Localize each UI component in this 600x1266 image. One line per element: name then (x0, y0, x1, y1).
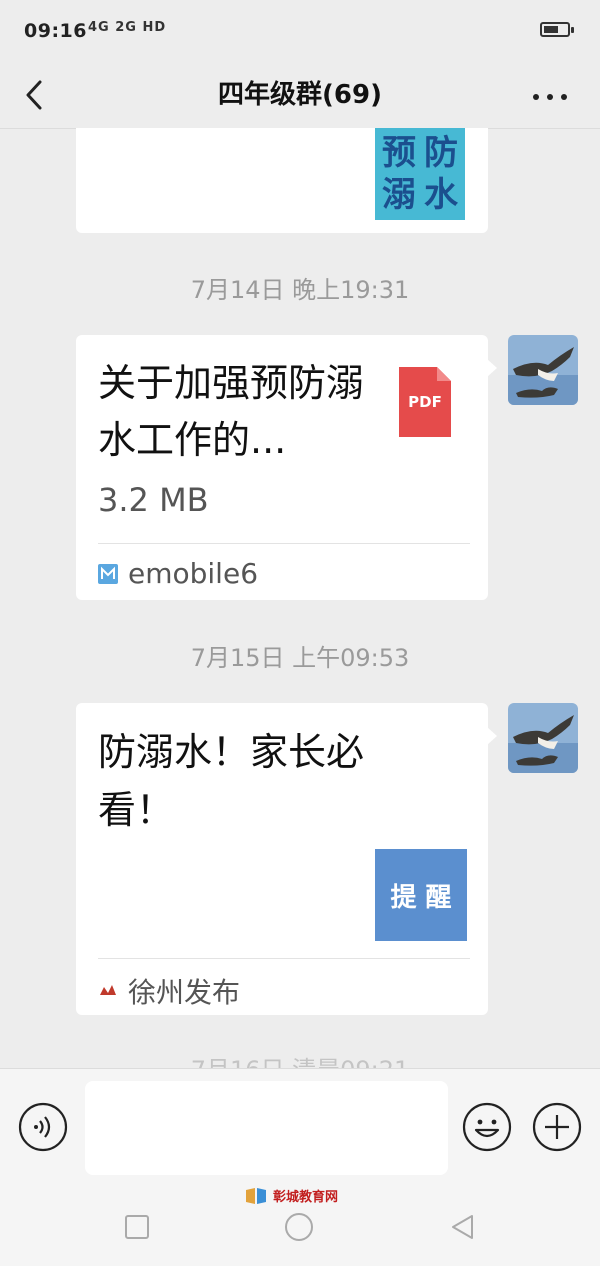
circle-icon (285, 1213, 313, 1241)
more-functions-button[interactable] (532, 1102, 582, 1152)
home-button[interactable] (284, 1212, 314, 1242)
message-timestamp: 7月16日 清晨09:21 (0, 1050, 600, 1068)
square-icon (125, 1215, 149, 1239)
voice-icon (18, 1102, 68, 1152)
emobile-app-icon (98, 563, 118, 584)
input-bar (0, 1068, 600, 1187)
file-message[interactable]: 关于加强预防溺水工作的... PDF 3.2 MB emobile6 (76, 335, 497, 600)
status-time: 09:16 (24, 20, 87, 42)
status-bar: 09:16 4G 2G HD (0, 0, 600, 62)
message-timestamp: 7月15日 上午09:53 (190, 644, 410, 672)
divider (98, 958, 470, 959)
xuzhou-logo-icon (100, 985, 116, 995)
emoji-icon (462, 1102, 512, 1152)
battery-icon (540, 22, 574, 37)
image-card-message[interactable]: 预 防 溺 水 (76, 128, 488, 233)
page-title: 四年级群(69) (218, 80, 382, 110)
source-name: emobile6 (128, 557, 259, 590)
emoji-button[interactable] (462, 1102, 512, 1152)
pdf-label: PDF (408, 393, 442, 411)
article-source: 徐州发布 (98, 971, 240, 1011)
article-title: 防溺水！家长必看！ (98, 730, 365, 832)
file-source: emobile6 (98, 557, 258, 590)
chat-header: 四年级群(69) (0, 62, 600, 129)
file-title: 关于加强预防溺水工作的... (98, 361, 365, 462)
triangle-back-icon (452, 1215, 473, 1239)
thumbnail-label: 提 醒 (390, 882, 452, 913)
thumbnail-char: 溺 (382, 175, 416, 215)
message-list[interactable]: 预 防 溺 水 7月14日 晚上19:31 关于加强预防溺水工作的... PDF… (0, 128, 600, 1068)
pdf-file-icon: PDF (399, 367, 451, 437)
book-logo-icon (246, 1187, 266, 1204)
more-button[interactable] (526, 72, 576, 118)
recent-apps-button[interactable] (122, 1212, 152, 1242)
voice-button[interactable] (18, 1102, 68, 1152)
avatar[interactable] (508, 335, 578, 405)
signal-indicators: 4G 2G HD (88, 20, 167, 35)
avatar[interactable] (508, 703, 578, 773)
more-dots-icon (533, 94, 567, 100)
image-thumbnail: 预 防 溺 水 (375, 128, 465, 220)
message-input[interactable] (85, 1081, 448, 1175)
divider (98, 543, 470, 544)
thumbnail-char: 防 (424, 133, 458, 173)
watermark: 彰城教育网 (245, 1186, 338, 1205)
source-name: 徐州发布 (128, 976, 241, 1009)
article-message[interactable]: 防溺水！家长必看！ 提 醒 徐州发布 (76, 703, 497, 1015)
thumbnail-char: 预 (382, 133, 416, 173)
watermark-text: 彰城教育网 (273, 1190, 339, 1205)
thumbnail-char: 水 (424, 175, 458, 215)
plus-icon (532, 1102, 582, 1152)
nav-back-button[interactable] (448, 1212, 478, 1242)
article-thumbnail: 提 醒 (375, 849, 467, 941)
message-timestamp: 7月14日 晚上19:31 (190, 276, 410, 304)
file-size: 3.2 MB (98, 481, 209, 519)
system-nav-bar: 彰城教育网 (0, 1186, 600, 1266)
